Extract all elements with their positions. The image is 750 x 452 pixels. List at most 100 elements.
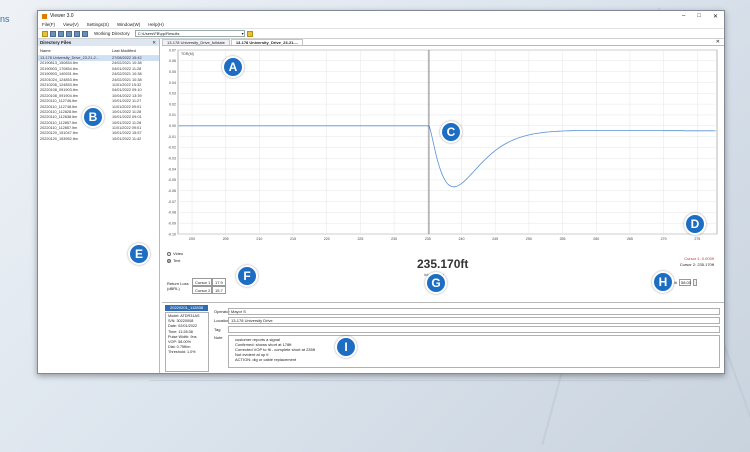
return-loss-unit: (dBRL) xyxy=(167,286,180,291)
working-directory-label: Working Directory xyxy=(94,31,130,36)
vop-stepper[interactable] xyxy=(693,279,697,286)
column-name[interactable]: Name xyxy=(40,48,112,53)
rl-cursor2-label: Cursor 2 xyxy=(192,286,212,294)
x-tick-label: 215 xyxy=(290,237,296,241)
y-tick-label: -0.04 xyxy=(168,167,176,171)
menu-view[interactable]: View(V) xyxy=(63,22,79,27)
location-label: Location xyxy=(214,318,230,323)
background-line xyxy=(150,380,650,381)
note-field[interactable]: customer reports a signal Confirmed: show… xyxy=(228,335,720,368)
y-tick-label: -0.02 xyxy=(168,146,176,150)
directory-files-panel: Directory Files ✕ Name Last Modified 13-… xyxy=(38,39,160,373)
y-tick-label: -0.03 xyxy=(168,157,176,161)
open-folder-icon[interactable] xyxy=(42,30,48,37)
x-tick-label: 235 xyxy=(425,237,431,241)
x-tick-label: 225 xyxy=(357,237,363,241)
callout-badge-a: A xyxy=(222,56,244,78)
radio-video[interactable]: Video xyxy=(167,251,183,256)
note-label: Note xyxy=(214,335,223,340)
device-info-line: Threshold: 1.0% xyxy=(168,350,196,355)
y-tick-label: 0.01 xyxy=(169,113,176,117)
x-tick-label: 245 xyxy=(492,237,498,241)
y-tick-label: -0.07 xyxy=(168,200,176,204)
print-icon[interactable] xyxy=(74,30,80,37)
operator-field[interactable]: Mayor S xyxy=(228,308,720,315)
y-tick-label: -0.06 xyxy=(168,189,176,193)
x-tick-label: 230 xyxy=(391,237,397,241)
rl-cursor1-value: 17.9 xyxy=(212,278,226,286)
radio-text[interactable]: Text xyxy=(167,258,180,263)
y-tick-label: 0.03 xyxy=(169,92,176,96)
cursor2-value: 235.170ft xyxy=(697,262,714,267)
menu-help[interactable]: Help(H) xyxy=(148,22,164,27)
y-tick-label: -0.05 xyxy=(168,178,176,182)
menu-file[interactable]: File(F) xyxy=(42,22,55,27)
file-list-header: Name Last Modified xyxy=(38,46,159,56)
x-tick-label: 220 xyxy=(324,237,330,241)
y-tick-label: -0.09 xyxy=(168,221,176,225)
x-tick-label: 210 xyxy=(256,237,262,241)
radio-text-label: Text xyxy=(173,258,181,263)
note-line: ACTION: dig or cable replacement xyxy=(235,357,297,362)
main-area: 13-178 University_Drive_fulldate 13-178 … xyxy=(162,39,724,373)
y-tick-label: -0.10 xyxy=(168,232,176,236)
callout-badge-h: H xyxy=(652,271,674,293)
tab-active-trace[interactable]: 13-178 University_Drive_23-21-... xyxy=(230,39,304,45)
y-tick-label: 0.06 xyxy=(169,59,176,63)
y-tick-label: 0.04 xyxy=(169,81,176,85)
operator-label: Operator xyxy=(214,309,230,314)
device-info-box: Model: ATDR31AS S/N: 30220008 Date: 02/01/… xyxy=(165,312,209,372)
tag-label: Tag xyxy=(214,327,221,332)
callout-badge-e: E xyxy=(128,243,150,265)
toolbar: Working Directory C:\Users\FB\pp\Results… xyxy=(38,29,724,39)
cursor-readouts: Cursor 1: 0.0039 Cursor 2: 235.170ft xyxy=(680,256,714,268)
details-tab[interactable]: 20220201_112838 xyxy=(165,305,209,311)
y-tick-label: 0.00 xyxy=(169,124,176,128)
callout-badge-d: D xyxy=(684,213,706,235)
save-icon[interactable] xyxy=(50,30,56,37)
return-loss-table: Cursor 1 17.9 Cursor 2 15.7 xyxy=(192,278,226,294)
chevron-down-icon[interactable]: ▾ xyxy=(242,31,244,36)
menu-window[interactable]: Window(W) xyxy=(117,22,140,27)
radio-video-icon xyxy=(167,251,171,256)
vop-input[interactable]: 58.00 xyxy=(679,279,691,286)
menu-bar: File(F) View(V) Settings(S) Window(W) He… xyxy=(38,21,724,29)
distance-readout: 235.170ft xyxy=(417,257,469,271)
sidebar-close-icon[interactable]: ✕ xyxy=(152,40,159,46)
cursor1-label: Cursor 1: xyxy=(684,256,701,261)
callout-badge-b: B xyxy=(82,106,104,128)
close-button[interactable]: ✕ xyxy=(713,13,718,20)
save-all-icon[interactable] xyxy=(58,30,64,37)
x-tick-label: 200 xyxy=(189,237,195,241)
minimize-button[interactable]: – xyxy=(682,13,685,20)
working-directory-input[interactable]: C:\Users\FB\pp\Results ▾ xyxy=(134,30,245,37)
column-last-modified[interactable]: Last Modified xyxy=(112,48,136,53)
x-tick-label: 270 xyxy=(661,237,667,241)
x-tick-label: 205 xyxy=(223,237,229,241)
callout-badge-g: G xyxy=(425,272,447,294)
menu-settings[interactable]: Settings(S) xyxy=(87,22,109,27)
tdr-trace-plot[interactable]: 0.07 0.06 0.05 0.04 0.03 0.02 0.01 0.00 -0.01 -0.… xyxy=(162,46,724,246)
tag-field[interactable] xyxy=(228,326,720,333)
y-tick-label: 0.05 xyxy=(169,70,176,74)
plot-corner-label: TDR(M) xyxy=(181,52,194,56)
export-icon[interactable] xyxy=(66,30,72,37)
cursor2-label: Cursor 2: xyxy=(679,262,697,267)
sidebar-title: Directory Files xyxy=(40,40,72,45)
radio-text-icon xyxy=(167,258,171,263)
file-list: 13-178 University_Drive_23-21-2... 27/08/… xyxy=(38,56,159,142)
file-date: 10/01/2022 11:42 xyxy=(112,136,142,141)
browse-folder-icon[interactable] xyxy=(246,30,253,37)
brand-fragment: ns xyxy=(0,14,10,24)
tab-fulldate[interactable]: 13-178 University_Drive_fulldate xyxy=(162,39,230,45)
callout-badge-f: F xyxy=(236,265,258,287)
x-tick-label: 260 xyxy=(593,237,599,241)
settings-icon[interactable] xyxy=(82,30,88,37)
location-field[interactable]: 13-178 University Drive xyxy=(228,317,720,324)
return-loss-label: Return Loss (dBRL) xyxy=(167,281,189,291)
y-tick-label: -0.01 xyxy=(168,135,176,139)
maximize-button[interactable]: □ xyxy=(697,13,701,20)
tabs-close-icon[interactable]: ✕ xyxy=(716,39,724,45)
radio-video-label: Video xyxy=(173,251,184,256)
file-row[interactable]: 20220120_153952.ltm 10/01/2022 11:42 xyxy=(38,137,159,142)
